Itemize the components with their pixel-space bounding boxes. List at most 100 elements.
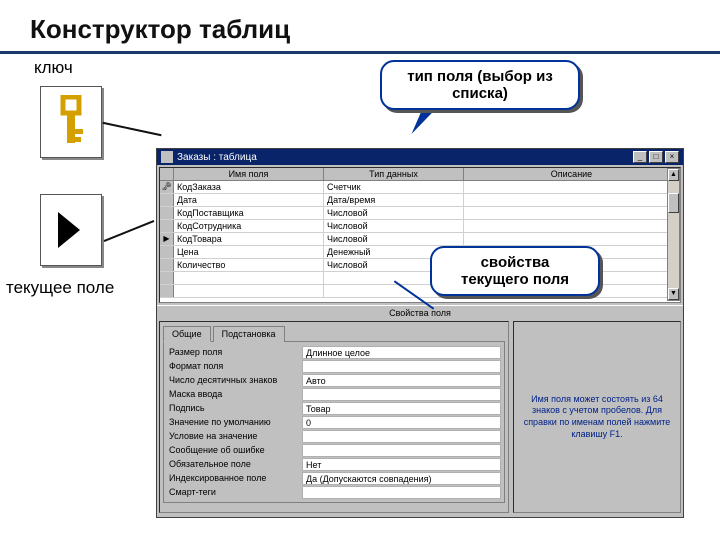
property-value[interactable]: Авто: [302, 374, 501, 387]
callout-connector: [104, 220, 155, 242]
window-titlebar[interactable]: Заказы : таблица _ □ ×: [157, 149, 683, 165]
property-label: Подпись: [167, 403, 302, 413]
property-value[interactable]: 0: [302, 416, 501, 429]
field-type-cell[interactable]: Числовой: [324, 233, 464, 245]
field-desc-cell[interactable]: [464, 220, 680, 232]
property-row: Индексированное полеДа (Допускаются совп…: [167, 471, 501, 485]
property-label: Условие на значение: [167, 431, 302, 441]
property-label: Смарт-теги: [167, 487, 302, 497]
hint-text: Имя поля может состоять из 64 знаков с у…: [522, 394, 672, 441]
field-desc-cell[interactable]: [464, 207, 680, 219]
property-label: Число десятичных знаков: [167, 375, 302, 385]
row-selector[interactable]: 🗝: [160, 181, 174, 193]
field-name-cell[interactable]: КодПоставщика: [174, 207, 324, 219]
property-row: ПодписьТовар: [167, 401, 501, 415]
property-label: Значение по умолчанию: [167, 417, 302, 427]
col-header-desc[interactable]: Описание: [464, 168, 680, 180]
callout-field-props: свойства текущего поля: [430, 246, 600, 296]
table-row[interactable]: КодСотрудникаЧисловой: [160, 220, 680, 233]
field-name-cell[interactable]: Цена: [174, 246, 324, 258]
property-value[interactable]: [302, 388, 501, 401]
property-row: Условие на значение: [167, 429, 501, 443]
field-desc-cell[interactable]: [464, 181, 680, 193]
row-selector[interactable]: [160, 194, 174, 206]
row-selector[interactable]: [160, 246, 174, 258]
property-row: Значение по умолчанию0: [167, 415, 501, 429]
scroll-thumb[interactable]: [668, 193, 679, 213]
callout-connector: [102, 122, 161, 136]
properties-section-label: Свойства поля: [157, 305, 683, 319]
maximize-button[interactable]: □: [649, 151, 663, 163]
col-header-type[interactable]: Тип данных: [324, 168, 464, 180]
field-name-cell[interactable]: [174, 285, 324, 297]
hint-panel: Имя поля может состоять из 64 знаков с у…: [513, 321, 681, 513]
field-name-cell[interactable]: Количество: [174, 259, 324, 271]
key-icon: [53, 95, 89, 149]
table-row[interactable]: КодПоставщикаЧисловой: [160, 207, 680, 220]
property-row: Формат поля: [167, 359, 501, 373]
property-value[interactable]: [302, 360, 501, 373]
table-row[interactable]: 🗝КодЗаказаСчетчик: [160, 181, 680, 194]
minimize-button[interactable]: _: [633, 151, 647, 163]
field-type-cell[interactable]: Счетчик: [324, 181, 464, 193]
arrow-right-icon: [54, 208, 88, 252]
scroll-up-icon[interactable]: ▲: [668, 169, 679, 181]
scroll-down-icon[interactable]: ▼: [668, 288, 679, 300]
property-label: Размер поля: [167, 347, 302, 357]
close-button[interactable]: ×: [665, 151, 679, 163]
table-row[interactable]: ДатаДата/время: [160, 194, 680, 207]
property-row: Число десятичных знаковАвто: [167, 373, 501, 387]
property-label: Маска ввода: [167, 389, 302, 399]
row-selector[interactable]: [160, 285, 174, 297]
window-icon: [161, 151, 173, 163]
field-desc-cell[interactable]: [464, 194, 680, 206]
property-label: Сообщение об ошибке: [167, 445, 302, 455]
grid-header: Имя поля Тип данных Описание: [160, 168, 680, 181]
property-label: Индексированное поле: [167, 473, 302, 483]
table-row[interactable]: [160, 272, 680, 285]
label-current-field: текущее поле: [6, 278, 114, 298]
window-title: Заказы : таблица: [177, 152, 257, 163]
slide-title: Конструктор таблиц: [0, 0, 720, 54]
row-selector[interactable]: [160, 272, 174, 284]
table-row[interactable]: КоличествоЧисловой: [160, 259, 680, 272]
vertical-scrollbar[interactable]: ▲ ▼: [667, 168, 680, 301]
property-value[interactable]: Товар: [302, 402, 501, 415]
property-value[interactable]: [302, 486, 501, 499]
col-header-name[interactable]: Имя поля: [174, 168, 324, 180]
property-row: Обязательное полеНет: [167, 457, 501, 471]
property-label: Формат поля: [167, 361, 302, 371]
field-name-cell[interactable]: КодТовара: [174, 233, 324, 245]
property-value[interactable]: Нет: [302, 458, 501, 471]
field-design-grid[interactable]: Имя поля Тип данных Описание 🗝КодЗаказаС…: [159, 167, 681, 303]
table-row[interactable]: ЦенаДенежный: [160, 246, 680, 259]
field-desc-cell[interactable]: [464, 233, 680, 245]
row-selector[interactable]: [160, 259, 174, 271]
field-type-cell[interactable]: Числовой: [324, 220, 464, 232]
field-name-cell[interactable]: КодСотрудника: [174, 220, 324, 232]
property-value[interactable]: Да (Допускаются совпадения): [302, 472, 501, 485]
property-row: Размер поляДлинное целое: [167, 345, 501, 359]
property-value[interactable]: [302, 430, 501, 443]
row-selector[interactable]: ▶: [160, 233, 174, 245]
table-row[interactable]: [160, 285, 680, 298]
property-value[interactable]: [302, 444, 501, 457]
property-label: Обязательное поле: [167, 459, 302, 469]
current-row-icon-callout: [40, 194, 102, 266]
field-type-cell[interactable]: Дата/время: [324, 194, 464, 206]
property-row: Маска ввода: [167, 387, 501, 401]
field-name-cell[interactable]: КодЗаказа: [174, 181, 324, 193]
field-name-cell[interactable]: [174, 272, 324, 284]
field-properties-panel: Общие Подстановка Размер поляДлинное цел…: [159, 321, 509, 513]
property-value[interactable]: Длинное целое: [302, 346, 501, 359]
property-row: Смарт-теги: [167, 485, 501, 499]
table-row[interactable]: ▶КодТовараЧисловой: [160, 233, 680, 246]
tab-general[interactable]: Общие: [163, 326, 211, 342]
access-table-designer-window: Заказы : таблица _ □ × Имя поля Тип данн…: [156, 148, 684, 518]
field-type-cell[interactable]: Числовой: [324, 207, 464, 219]
tab-lookup[interactable]: Подстановка: [213, 326, 285, 342]
row-selector[interactable]: [160, 220, 174, 232]
field-name-cell[interactable]: Дата: [174, 194, 324, 206]
key-icon-callout: [40, 86, 102, 158]
row-selector[interactable]: [160, 207, 174, 219]
